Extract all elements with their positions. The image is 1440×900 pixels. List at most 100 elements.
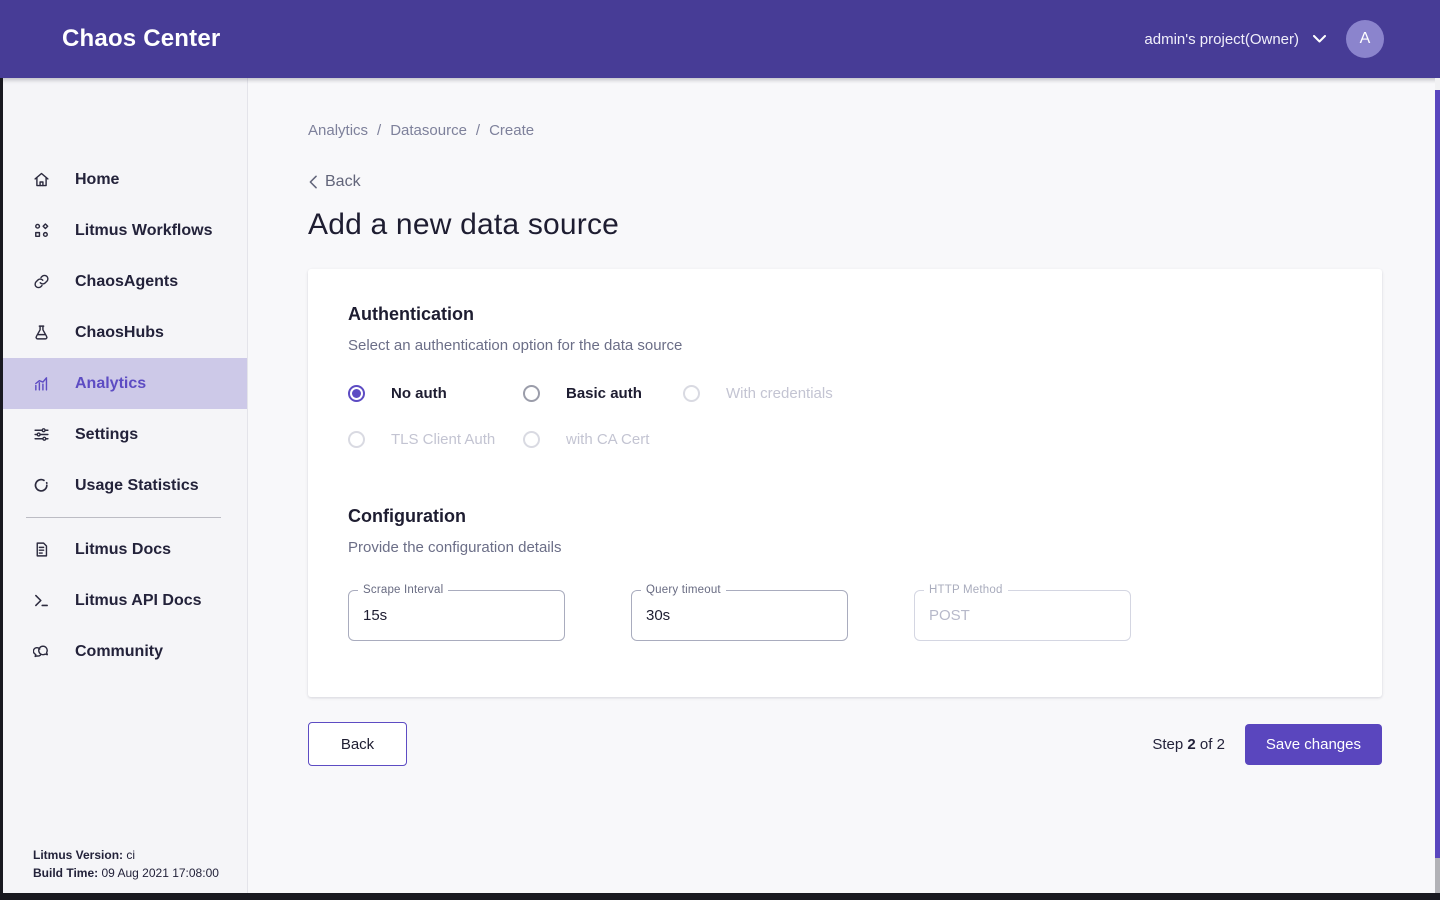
vertical-scrollbar[interactable] <box>1435 78 1440 893</box>
http-method-input[interactable] <box>915 591 1130 640</box>
http-method-label: HTTP Method <box>924 584 1008 596</box>
footer-right: Step 2 of 2 Save changes <box>1152 724 1382 765</box>
sidebar-item-chaosagents[interactable]: ChaosAgents <box>0 256 247 307</box>
scrollbar-track-end <box>1435 858 1440 893</box>
step-prefix: Step <box>1152 736 1183 753</box>
build-time-value: 09 Aug 2021 17:08:00 <box>101 866 218 880</box>
app-body: Home Litmus Workflows ChaosAgents ChaosH… <box>0 78 1440 900</box>
breadcrumb-datasource[interactable]: Datasource <box>390 122 467 139</box>
scrape-interval-label: Scrape Interval <box>358 584 448 596</box>
breadcrumb-analytics[interactable]: Analytics <box>308 122 368 139</box>
sidebar-item-label: Litmus Workflows <box>75 222 213 240</box>
chat-bubbles-icon <box>33 643 50 660</box>
sliders-icon <box>33 426 50 443</box>
configuration-subtitle: Provide the configuration details <box>348 539 1342 556</box>
radio-label: with CA Cert <box>566 431 649 448</box>
datasource-form-card: Authentication Select an authentication … <box>308 269 1382 697</box>
avatar[interactable]: A <box>1346 20 1384 58</box>
radio-option-basic-auth[interactable]: Basic auth <box>523 385 683 402</box>
sidebar-item-home[interactable]: Home <box>0 154 247 205</box>
radio-option-with-credentials: With credentials <box>683 385 833 402</box>
sidebar: Home Litmus Workflows ChaosAgents ChaosH… <box>0 78 248 900</box>
query-timeout-input[interactable] <box>632 591 847 640</box>
query-timeout-label: Query timeout <box>641 584 726 596</box>
sidebar-item-analytics[interactable]: Analytics <box>0 358 247 409</box>
sidebar-item-usage-statistics[interactable]: Usage Statistics <box>0 460 247 511</box>
app-title: Chaos Center <box>62 25 220 53</box>
page-title: Add a new data source <box>308 208 1382 242</box>
project-dropdown[interactable]: admin's project(Owner) <box>1144 31 1326 48</box>
scrape-interval-input[interactable] <box>349 591 564 640</box>
step-current: 2 <box>1187 736 1195 753</box>
version-info: Litmus Version: ci Build Time: 09 Aug 20… <box>0 846 247 900</box>
configuration-fields: Scrape Interval Query timeout HTTP Metho… <box>348 590 1342 641</box>
sidebar-item-label: Litmus Docs <box>75 541 171 559</box>
litmus-version-line: Litmus Version: ci <box>33 846 237 864</box>
main-content: Analytics / Datasource / Create Back Add… <box>248 78 1440 900</box>
radio-no-auth[interactable] <box>348 385 365 402</box>
sidebar-divider <box>26 517 221 518</box>
back-link-label: Back <box>325 173 361 191</box>
breadcrumb-create[interactable]: Create <box>489 122 534 139</box>
configuration-title: Configuration <box>348 506 1342 527</box>
form-footer: Back Step 2 of 2 Save changes <box>308 722 1382 766</box>
step-indicator: Step 2 of 2 <box>1152 736 1225 753</box>
sidebar-item-label: Home <box>75 171 119 189</box>
radio-label: Basic auth <box>566 385 642 402</box>
litmus-version-value: ci <box>126 848 135 862</box>
sidebar-item-litmus-workflows[interactable]: Litmus Workflows <box>0 205 247 256</box>
radio-basic-auth[interactable] <box>523 385 540 402</box>
query-timeout-field: Query timeout <box>631 590 848 641</box>
radio-label: TLS Client Auth <box>391 431 495 448</box>
sidebar-item-label: ChaosHubs <box>75 324 164 342</box>
scrollbar-thumb[interactable] <box>1435 90 1440 858</box>
data-usage-icon <box>33 477 50 494</box>
header-right: admin's project(Owner) A <box>1144 20 1384 58</box>
step-middle: of <box>1200 736 1213 753</box>
terminal-icon <box>33 592 50 609</box>
auth-options-row-2: TLS Client Auth with CA Cert <box>348 431 1342 448</box>
radio-label: No auth <box>391 385 447 402</box>
document-icon <box>33 541 50 558</box>
back-link[interactable]: Back <box>308 173 361 191</box>
chevron-down-icon <box>1313 35 1326 43</box>
screen-edge-left <box>0 78 3 900</box>
chevron-left-icon <box>308 175 318 189</box>
sidebar-item-chaoshubs[interactable]: ChaosHubs <box>0 307 247 358</box>
scrape-interval-field: Scrape Interval <box>348 590 565 641</box>
sidebar-item-label: Usage Statistics <box>75 477 199 495</box>
back-button[interactable]: Back <box>308 722 407 766</box>
breadcrumb-separator: / <box>377 122 381 139</box>
authentication-subtitle: Select an authentication option for the … <box>348 337 1342 354</box>
project-label: admin's project(Owner) <box>1144 31 1299 48</box>
sidebar-item-settings[interactable]: Settings <box>0 409 247 460</box>
save-changes-button[interactable]: Save changes <box>1245 724 1382 765</box>
authentication-title: Authentication <box>348 304 1342 325</box>
radio-option-with-ca-cert: with CA Cert <box>523 431 649 448</box>
litmus-version-label: Litmus Version: <box>33 848 123 862</box>
radio-with-credentials <box>683 385 700 402</box>
sidebar-item-litmus-docs[interactable]: Litmus Docs <box>0 524 247 575</box>
sidebar-item-label: Community <box>75 643 163 661</box>
sidebar-item-label: Analytics <box>75 375 146 393</box>
radio-label: With credentials <box>726 385 833 402</box>
sidebar-item-label: Settings <box>75 426 138 444</box>
sidebar-item-label: ChaosAgents <box>75 273 178 291</box>
build-time-label: Build Time: <box>33 866 98 880</box>
workflows-icon <box>33 222 50 239</box>
step-total: 2 <box>1217 736 1225 753</box>
auth-options-row-1: No auth Basic auth With credentials <box>348 385 1342 402</box>
bar-chart-icon <box>33 375 50 392</box>
radio-tls-client-auth <box>348 431 365 448</box>
http-method-field: HTTP Method <box>914 590 1131 641</box>
avatar-initial: A <box>1360 30 1371 48</box>
build-time-line: Build Time: 09 Aug 2021 17:08:00 <box>33 864 237 882</box>
radio-option-no-auth[interactable]: No auth <box>348 385 523 402</box>
sidebar-item-label: Litmus API Docs <box>75 592 202 610</box>
screen-edge-bottom <box>0 893 1440 900</box>
sidebar-item-litmus-api-docs[interactable]: Litmus API Docs <box>0 575 247 626</box>
breadcrumb: Analytics / Datasource / Create <box>308 122 1382 139</box>
home-icon <box>33 171 50 188</box>
app-header: Chaos Center admin's project(Owner) A <box>0 0 1440 78</box>
sidebar-item-community[interactable]: Community <box>0 626 247 677</box>
